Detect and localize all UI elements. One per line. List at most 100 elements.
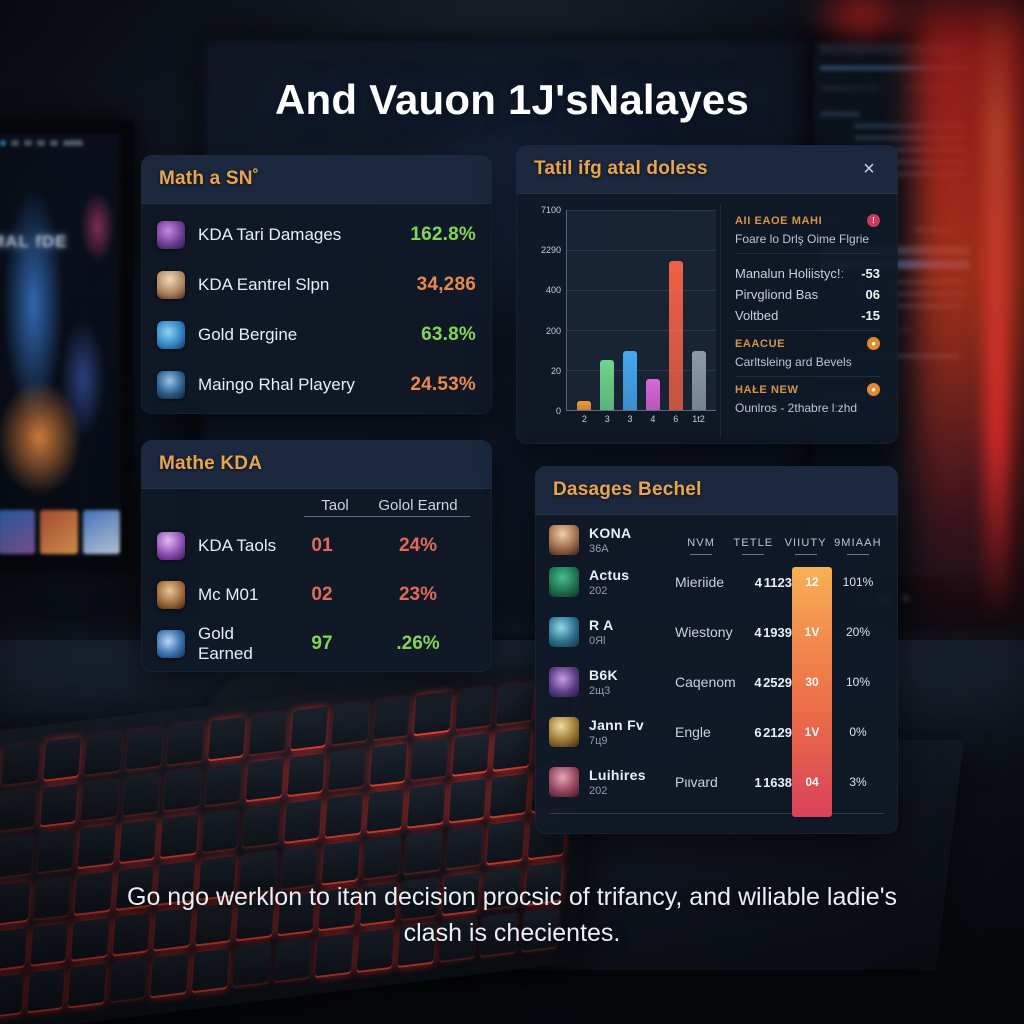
y-axis-tick: 7100	[541, 205, 561, 215]
match-summary-header: Math a SN˚	[141, 155, 492, 204]
player-name: R A	[589, 617, 614, 633]
chart-bar[interactable]: 6	[669, 261, 683, 410]
gridline: 400	[567, 290, 716, 291]
player-sub: 7ц9	[589, 735, 644, 747]
detail-stat-key: Manalun Holiistyc!ː	[735, 266, 844, 281]
close-icon[interactable]: ×	[858, 158, 880, 180]
row-label: Mc M01	[198, 585, 278, 605]
avatar	[157, 581, 185, 609]
avatar	[549, 767, 579, 797]
player-sub: 202	[589, 585, 629, 597]
gridline: 200	[567, 330, 716, 331]
table-row[interactable]: Mc M01 02 23%	[141, 570, 492, 619]
stat-highlight: 04	[792, 775, 832, 789]
list-item-label: KDA Eantrel Slpn	[198, 275, 404, 295]
table-row[interactable]: Actus 202 Mieriide 4 11 23 12 101%	[535, 557, 898, 607]
table-row[interactable]: Gold Earned 97 .26%	[141, 619, 492, 668]
y-axis-tick: 20	[551, 366, 561, 376]
row-total: 02	[291, 584, 353, 606]
kda-title: Mathe KDA	[159, 453, 262, 475]
stat-percent: 20%	[832, 625, 884, 639]
col-header-9miaah: 9MIAAH	[832, 537, 884, 555]
player-role: Pιιvard	[675, 774, 753, 790]
stat-viiuty: 23	[778, 575, 792, 590]
detail-block[interactable]: AII EAOE MAHI! Foare lo Drlş Oime Flgrie	[735, 208, 880, 254]
stat-tetle: 21	[763, 725, 777, 740]
owner-sub: 36A	[589, 543, 631, 555]
avatar	[157, 221, 185, 249]
list-item[interactable]: Gold Bergine 63.8%	[157, 310, 476, 360]
damage-table-header-row: KONA 36A NVM TETLE VIIUTY 9MIAAH	[535, 515, 898, 557]
list-item[interactable]: KDA Eantrel Slpn 34,286	[157, 260, 476, 310]
stat-nvm: 4	[753, 675, 763, 690]
table-row[interactable]: R A 0Яl Wiestony 4 19 39 1V 20%	[535, 607, 898, 657]
col-header-viiuty: VIIUTY	[780, 537, 832, 555]
detail-block[interactable]: HAŁE NEW ● Ounlros - 2thabre lːzhd	[735, 377, 880, 422]
detail-block-subtitle: Foare lo Drlş Oime Flgrie	[735, 232, 880, 246]
player-cell: Actus 202	[549, 567, 675, 597]
stat-percent: 3%	[832, 775, 884, 789]
table-footer-divider	[549, 813, 884, 814]
stat-viiuty: 29	[778, 675, 792, 690]
detail-stat-key: Voltbed	[735, 308, 778, 323]
avatar	[549, 525, 579, 555]
chart-bars: 2 3 3 4 6 1t2	[573, 210, 710, 410]
detail-block[interactable]: Manalun Holiistyc!ː -53 Pirvgliond Bas 06 Vo…	[735, 254, 880, 331]
chart-bar[interactable]: 2	[577, 401, 591, 410]
row-label: Gold Earned	[198, 624, 278, 664]
stat-tetle: 19	[763, 625, 777, 640]
x-axis-tick: 6	[673, 414, 678, 424]
chart-bar[interactable]: 4	[646, 379, 660, 410]
detail-block-head: EAACUE ●	[735, 337, 880, 350]
damage-table: KONA 36A NVM TETLE VIIUTY 9MIAAH Actus 2…	[535, 515, 898, 822]
stat-percent: 101%	[832, 575, 884, 589]
player-cell: Luihires 202	[549, 767, 675, 797]
stat-nvm: 6	[753, 725, 763, 740]
stat-highlight: 1V	[792, 625, 832, 639]
damage-table-panel: Dasages Bechel KONA 36A NVM TETLE VIIUTY…	[535, 466, 898, 834]
list-item-value: 63.8%	[421, 324, 476, 346]
chart-bar[interactable]: 3	[600, 360, 614, 410]
detail-block-subtitle: Ounlros - 2thabre lːzhd	[735, 401, 880, 415]
details-chart-panel: Tatil ifg atal doless × 2 3 3 4 6 1t2 7100 229…	[516, 145, 898, 444]
stat-nvm: 1	[753, 775, 763, 790]
match-summary-panel: Math a SN˚ KDA Tari Damages 162.8% KDA Ean…	[141, 155, 492, 414]
avatar	[549, 567, 579, 597]
table-row[interactable]: Luihires 202 Pιιvard 1 16 38 04 3%	[535, 757, 898, 807]
table-row[interactable]: B6K 2щ3 Caqenom 4 25 29 30 10%	[535, 657, 898, 707]
kda-header: Mathe KDA	[141, 440, 492, 489]
detail-block[interactable]: EAACUE ● Carltsleing ard Bevels	[735, 331, 880, 377]
table-row[interactable]: KDA Taols 01 24%	[141, 521, 492, 570]
page-caption: Go ngo werklon to itan decision procsic …	[110, 880, 914, 951]
kda-panel: Mathe KDA Taol Golol Earnd KDA Taols 01 24…	[141, 440, 492, 672]
avatar	[549, 717, 579, 747]
stat-percent: 0%	[832, 725, 884, 739]
x-axis-tick: 3	[605, 414, 610, 424]
player-role: Wiestony	[675, 624, 753, 640]
list-item[interactable]: KDA Tari Damages 162.8%	[157, 210, 476, 260]
table-row[interactable]: Jann Fv 7ц9 Engle 6 21 29 1V 0%	[535, 707, 898, 757]
avatar	[157, 321, 185, 349]
player-name: Luihires	[589, 767, 646, 783]
dashboard-overlay: And Vauon 1J'sNalayes Math a SN˚ KDA Tar…	[0, 0, 1024, 1024]
stat-viiuty: 29	[778, 725, 792, 740]
avatar	[549, 617, 579, 647]
player-name: Jann Fv	[589, 717, 644, 733]
list-item-value: 24.53%	[410, 374, 476, 396]
x-axis-tick: 2	[582, 414, 587, 424]
row-total: 97	[291, 633, 353, 655]
chart-bar[interactable]: 3	[623, 351, 637, 410]
list-item-label: Gold Bergine	[198, 325, 408, 345]
damage-table-title: Dasages Bechel	[553, 479, 702, 501]
row-percent: .26%	[366, 633, 470, 655]
y-axis-tick: 200	[546, 326, 561, 336]
gridline: 2290	[567, 250, 716, 251]
stat-viiuty: 38	[778, 775, 792, 790]
detail-stat: Pirvgliond Bas 06	[735, 287, 880, 302]
kda-col-total: Taol	[304, 497, 366, 517]
list-item[interactable]: Maingo Rhal Playery 24.53%	[157, 360, 476, 410]
kda-column-headers: Taol Golol Earnd	[141, 489, 492, 521]
stat-nvm: 4	[753, 625, 763, 640]
details-chart-title: Tatil ifg atal doless	[534, 158, 708, 180]
chart-bar[interactable]: 1t2	[692, 351, 706, 410]
